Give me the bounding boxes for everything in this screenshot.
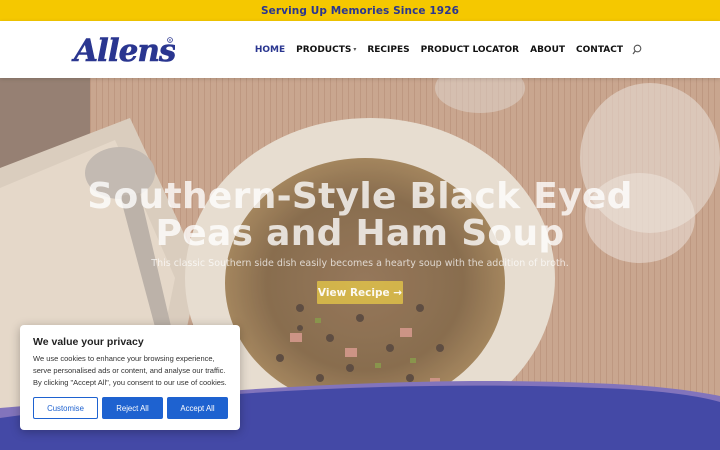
reject-all-button[interactable]: Reject All [102,397,163,419]
logo-wordmark: Allens [71,33,175,68]
cookie-title: We value your privacy [33,336,144,348]
hero-title: Southern-Style Black Eyed Peas and Ham So… [87,176,633,254]
nav-product-locator[interactable]: PRODUCT LOCATOR [421,45,520,55]
cookie-buttons: Customise Reject All Accept All [33,397,228,419]
view-recipe-button[interactable]: View Recipe → [317,281,403,304]
chevron-down-icon: ▾ [353,46,357,53]
nav-home[interactable]: HOME [255,45,285,55]
accept-all-button[interactable]: Accept All [167,397,228,419]
announcement-bar: Serving Up Memories Since 1926 [0,0,720,21]
customise-button[interactable]: Customise [33,397,98,419]
announcement-text: Serving Up Memories Since 1926 [260,4,460,17]
site-header: Allens R HOME PRODUCTS ▾ RECIPES PRODUCT … [0,21,720,78]
nav-about[interactable]: ABOUT [530,45,565,55]
nav-contact[interactable]: CONTACT [576,45,623,55]
search-icon[interactable] [631,44,643,56]
allens-logo[interactable]: Allens R [71,32,177,70]
cookie-description: We use cookies to enhance your browsing … [33,354,227,387]
hero-subtitle: This classic Southern side dish easily b… [151,258,569,269]
cookie-consent-banner: We value your privacy We use cookies to … [20,325,240,430]
nav-products[interactable]: PRODUCTS ▾ [296,45,356,55]
nav-recipes[interactable]: RECIPES [367,45,409,55]
main-nav: HOME PRODUCTS ▾ RECIPES PRODUCT LOCATOR A… [244,21,643,78]
